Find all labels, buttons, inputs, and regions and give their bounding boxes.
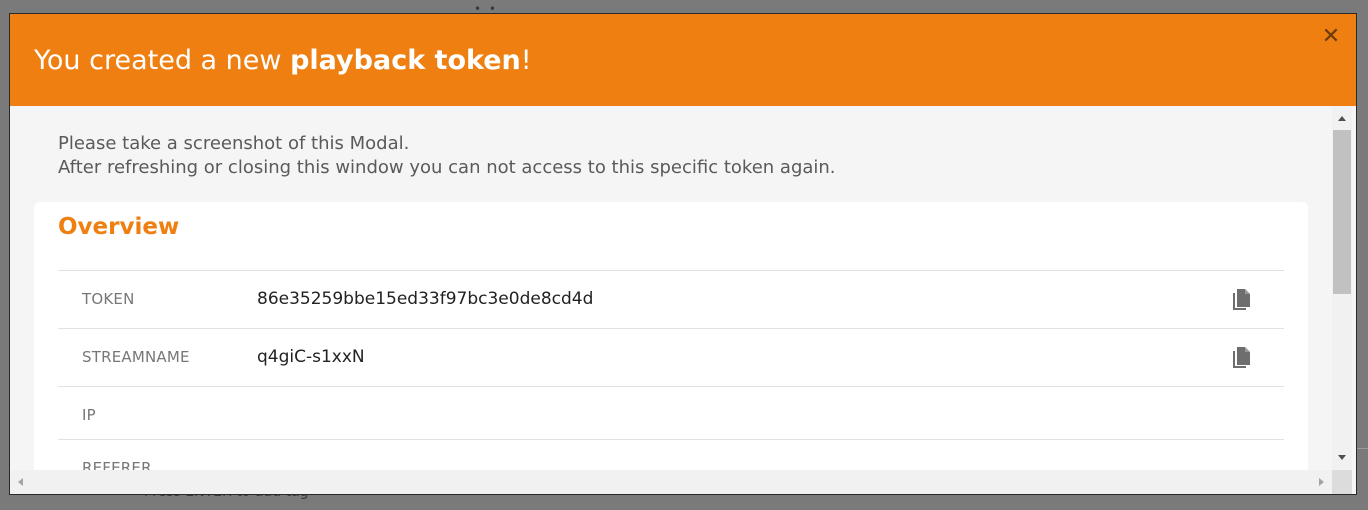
scrollbar-corner [1332, 470, 1352, 494]
overview-card: Overview TOKEN 86e35259bbe15ed33f97bc3e0… [34, 202, 1308, 470]
modal-title-prefix: You created a new [34, 45, 291, 76]
table-row-streamname: STREAMNAME q4giC-s1xxN [58, 328, 1284, 386]
token-modal: You created a new playback token! ✕ Plea… [9, 13, 1357, 495]
table-row-token: TOKEN 86e35259bbe15ed33f97bc3e0de8cd4d [58, 270, 1284, 328]
modal-body: Please take a screenshot of this Modal. … [10, 106, 1332, 470]
copy-icon [1233, 347, 1250, 368]
row-label: TOKEN [82, 290, 135, 308]
row-label: STREAMNAME [82, 348, 190, 366]
scroll-up-icon[interactable] [1338, 116, 1346, 121]
intro-text: Please take a screenshot of this Modal. … [58, 132, 836, 180]
token-value: 86e35259bbe15ed33f97bc3e0de8cd4d [257, 289, 594, 309]
close-button[interactable]: ✕ [1320, 24, 1342, 50]
row-label: IP [82, 406, 96, 424]
overview-table: TOKEN 86e35259bbe15ed33f97bc3e0de8cd4d S… [58, 270, 1284, 470]
table-row-referer: REFERER [58, 439, 1284, 470]
vertical-scrollbar[interactable] [1332, 106, 1352, 470]
table-row-ip: IP [58, 386, 1284, 439]
modal-title-emphasis: playback token [290, 45, 521, 76]
horizontal-scrollbar[interactable] [10, 470, 1332, 494]
intro-line-2: After refreshing or closing this window … [58, 157, 836, 178]
scroll-down-icon[interactable] [1338, 455, 1346, 460]
modal-title-suffix: ! [520, 45, 532, 76]
close-icon: ✕ [1321, 24, 1341, 49]
scroll-right-icon[interactable] [1319, 478, 1324, 486]
copy-token-button[interactable] [1230, 288, 1252, 312]
overview-title: Overview [58, 214, 180, 240]
vertical-scroll-thumb[interactable] [1333, 130, 1351, 294]
row-label: REFERER [82, 459, 152, 470]
background-divider [1357, 448, 1368, 449]
copy-icon [1233, 289, 1250, 310]
streamname-value: q4giC-s1xxN [257, 347, 365, 367]
scroll-left-icon[interactable] [18, 478, 23, 486]
modal-title: You created a new playback token! [34, 43, 532, 79]
intro-line-1: Please take a screenshot of this Modal. [58, 133, 410, 154]
copy-streamname-button[interactable] [1230, 346, 1252, 370]
modal-header: You created a new playback token! ✕ [10, 14, 1356, 106]
